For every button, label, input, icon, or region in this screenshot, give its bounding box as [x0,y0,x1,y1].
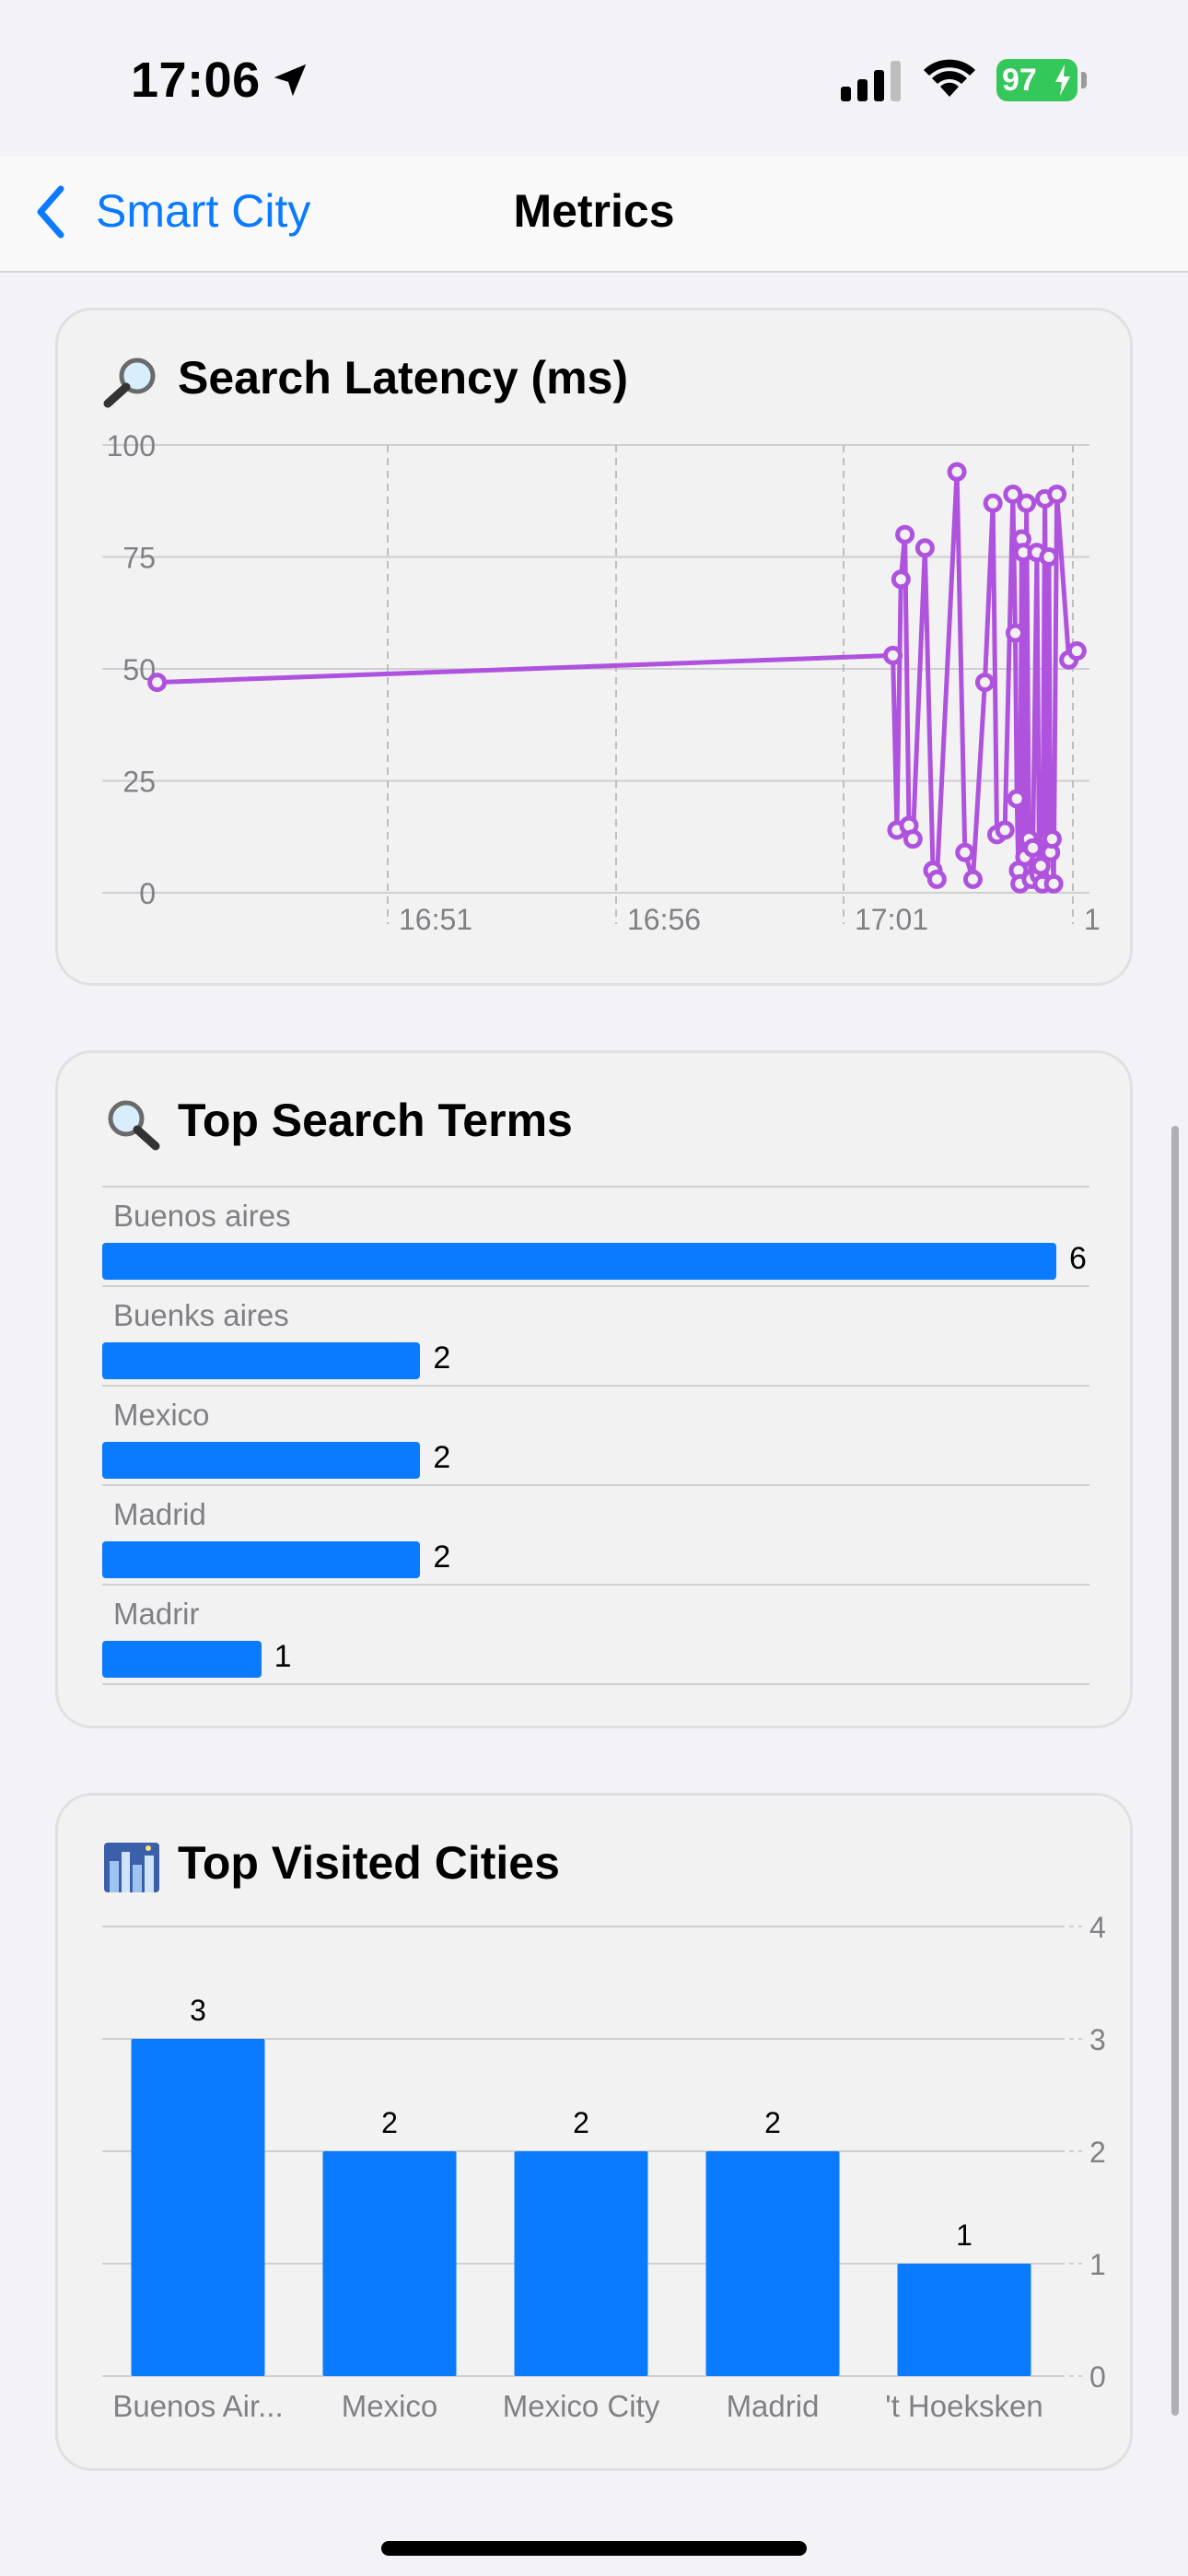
search-term-value: 1 [274,1639,292,1674]
latency-point [1039,547,1059,567]
location-arrow-icon [274,64,307,97]
latency-point [995,820,1015,840]
search-term-value: 2 [433,1540,451,1575]
x-tick-label: 16:51 [399,903,472,936]
status-time: 17:06 [131,53,261,108]
latency-point [1043,873,1064,894]
status-bar: 17:06 97 [0,0,1188,157]
search-term-row: Madrid 2 [102,1484,1089,1586]
search-term-row: Buenks aires 2 [102,1285,1089,1387]
search-term-label: Madrir [113,1597,200,1631]
y-tick-label: 0 [139,877,156,910]
search-term-bar [102,1342,421,1379]
search-term-bar [102,1442,421,1479]
city-bar [131,2039,265,2376]
latency-point [1066,641,1087,662]
top-visited-cities-chart: 0 1 2 3 4 3 Buenos Air... 2 Mexico 2 Mexico City 2 M… [102,1911,1106,2423]
latency-point [1023,837,1043,858]
battery-indicator: 97 [996,59,1087,101]
latency-point [926,869,947,889]
magnifier-right-icon [108,1100,160,1151]
city-bar-value: 2 [764,2106,781,2139]
y-tick-label: 1 [1089,2248,1106,2281]
city-bar [514,2151,648,2376]
city-bar [897,2264,1031,2376]
search-term-row: Buenos aires 6 [102,1186,1089,1287]
latency-point [883,645,903,665]
top-search-terms-title: Top Search Terms [102,1094,573,1152]
search-term-value: 6 [1069,1241,1087,1276]
latency-point [947,462,967,482]
search-term-label: Buenos aires [113,1199,291,1233]
search-term-bar [102,1243,1056,1280]
search-latency-card: Search Latency (ms) 0 25 50 75 100 16:51 16:56… [55,308,1133,986]
latency-point [903,829,923,849]
search-latency-chart: 025507510016:51 16:56 17:01 1 [102,429,1101,936]
latency-point [1047,484,1067,504]
top-search-terms-card: Top Search Terms Buenos aires 6 Buenks air… [55,1050,1133,1728]
search-term-bar [102,1541,421,1578]
search-term-bar [102,1641,262,1678]
y-tick-label: 2 [1089,2136,1106,2169]
wifi-icon [924,59,975,97]
cellular-signal-icon [841,61,901,101]
latency-point [895,524,915,544]
city-bar [705,2151,840,2376]
search-term-label: Mexico [113,1398,210,1432]
charging-bolt-icon [1055,64,1070,96]
latency-point [974,673,995,693]
x-tick-label: 1 [1084,903,1101,936]
search-term-row: Madrir 1 [102,1584,1089,1685]
y-tick-label: 4 [1089,1911,1106,1944]
city-bar-value: 2 [573,2106,589,2139]
y-tick-label: 75 [122,542,156,575]
x-tick-label: 16:56 [627,903,701,936]
latency-point [955,842,975,862]
search-terms-bottom-rule [102,1683,1089,1685]
latency-point [914,538,935,558]
y-tick-label: 0 [1089,2360,1106,2394]
city-bar-value: 2 [381,2106,398,2139]
city-category-label: Madrid [727,2389,820,2423]
city-bar [322,2151,457,2376]
latency-point [147,673,168,693]
x-tick-label: 17:01 [855,903,928,936]
latency-point [1017,493,1037,513]
y-tick-label: 25 [122,766,156,799]
latency-point [983,493,1003,513]
city-bar-value: 3 [190,1994,206,2027]
home-indicator[interactable] [381,2541,807,2556]
latency-point [962,869,983,889]
latency-point [891,569,911,590]
top-visited-cities-card: Top Visited Cities 0 1 2 3 4 3 Buenos Air... 2 M… [55,1793,1133,2471]
city-category-label: Buenos Air... [112,2389,283,2423]
scrollbar[interactable] [1171,1126,1179,2416]
search-term-row: Mexico 2 [102,1385,1089,1486]
city-category-label: 't Hoeksken [885,2389,1042,2423]
y-tick-label: 3 [1089,2023,1106,2056]
city-category-label: Mexico City [503,2389,660,2423]
search-term-value: 2 [433,1440,451,1475]
city-bar-value: 1 [956,2219,973,2252]
search-term-value: 2 [433,1341,451,1376]
latency-point [1007,789,1027,809]
latency-point [1042,829,1062,849]
search-term-label: Buenks aires [113,1298,289,1332]
y-tick-label: 100 [107,429,156,463]
latency-point [1005,623,1025,643]
battery-level: 97 [1002,63,1037,98]
city-category-label: Mexico [342,2389,438,2423]
navigation-bar: Smart City Metrics [0,157,1188,273]
page-title: Metrics [513,185,675,237]
search-term-label: Madrid [113,1497,206,1531]
